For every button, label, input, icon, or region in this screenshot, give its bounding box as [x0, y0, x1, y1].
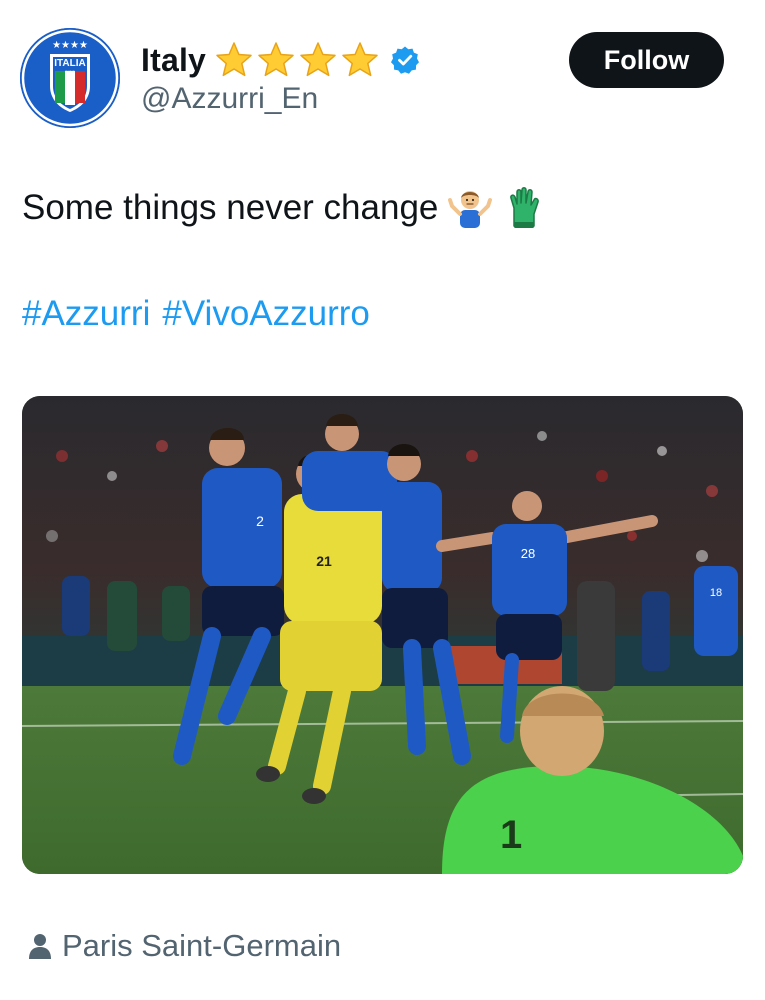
svg-text:★★★★: ★★★★	[52, 40, 88, 51]
svg-text:FIGC: FIGC	[65, 69, 75, 74]
star-icon	[300, 42, 336, 77]
tweet-photo[interactable]: 18 2 21 28 1	[22, 396, 743, 874]
name-row: Italy	[141, 38, 420, 82]
avatar[interactable]: ★★★★ ITALIA FIGC	[20, 28, 120, 128]
display-name[interactable]: Italy	[141, 42, 206, 79]
hashtag-vivoazzurro[interactable]: #VivoAzzurro	[162, 294, 370, 334]
svg-text:18: 18	[710, 587, 722, 599]
svg-text:ITALIA: ITALIA	[54, 58, 85, 69]
hashtags: #Azzurri #VivoAzzurro	[22, 294, 370, 334]
verified-badge-icon	[391, 46, 420, 74]
green-glove-emoji-icon	[510, 187, 540, 228]
tweet-body: Some things never change	[22, 188, 439, 227]
handle[interactable]: @Azzurri_En	[141, 82, 318, 116]
tagged-user-label: Paris Saint-Germain	[62, 928, 342, 963]
svg-text:2: 2	[256, 513, 264, 529]
celebration-photo: 18 2 21 28 1	[22, 396, 743, 874]
man-shrugging-emoji-icon	[448, 191, 493, 228]
svg-text:21: 21	[316, 553, 332, 569]
star-icon	[258, 42, 294, 77]
star-icon	[216, 42, 252, 77]
italy-crest-icon: ★★★★ ITALIA FIGC	[20, 28, 120, 128]
follow-button[interactable]: Follow	[569, 32, 724, 88]
hashtag-azzurri[interactable]: #Azzurri	[22, 294, 150, 334]
svg-text:28: 28	[521, 546, 535, 561]
crest-stars-icon: ★★★★	[52, 40, 88, 51]
tagged-user[interactable]: Paris Saint-Germain	[28, 928, 341, 964]
tweet-text: Some things never change	[22, 186, 546, 230]
name-stars	[214, 40, 380, 80]
svg-text:1: 1	[500, 813, 522, 857]
star-icon	[342, 42, 378, 77]
person-icon	[29, 934, 51, 959]
